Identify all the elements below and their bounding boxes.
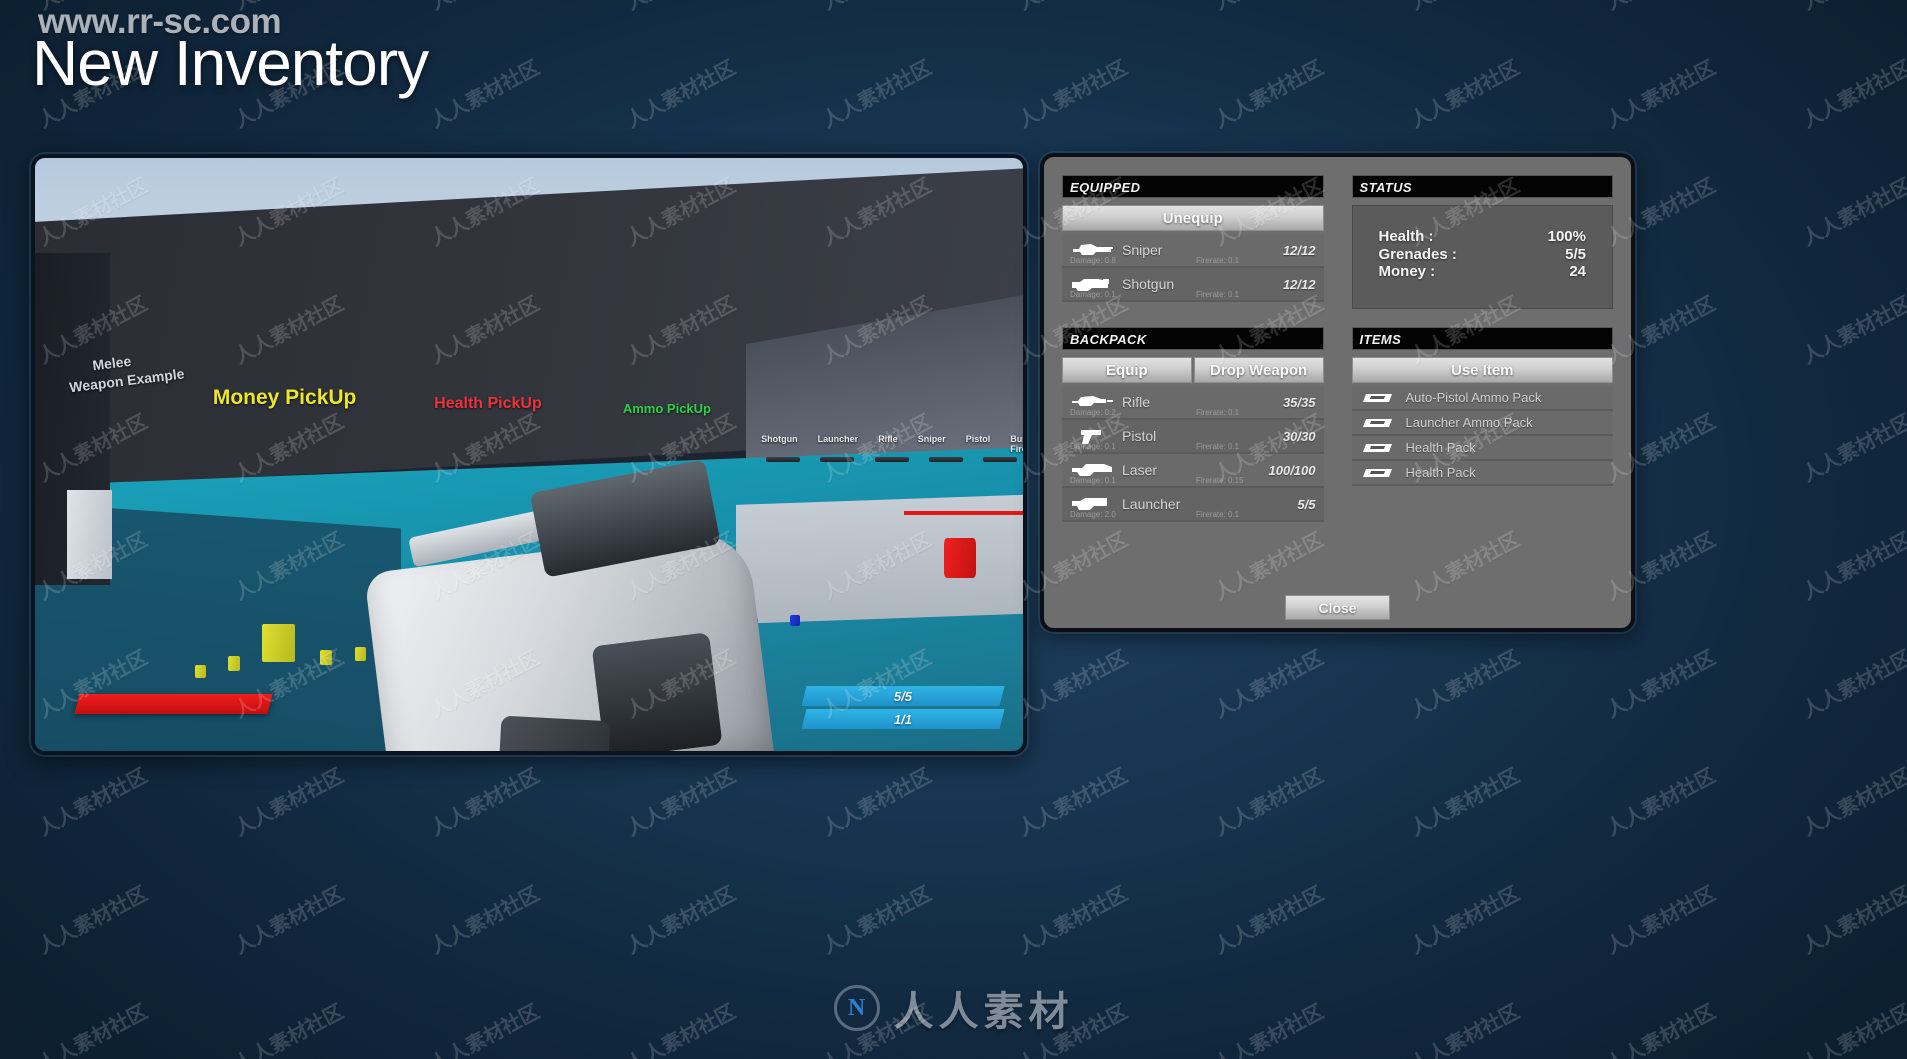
item-row[interactable]: Launcher Ammo Pack: [1351, 411, 1613, 436]
hud-ammo-primary: 5/5: [801, 686, 1004, 707]
backpack-weapon-firerate: Firerate: 0.1: [1196, 442, 1240, 451]
hud-ammo-secondary-value: 1/1: [893, 711, 912, 727]
equipped-header: EQUIPPED: [1062, 175, 1324, 198]
equipped-weapon-list: Sniper 12/12 Damage: 0.8 Firerate: 0.1 S…: [1062, 234, 1324, 302]
status-value-health: 100%: [1547, 228, 1586, 245]
unequip-button[interactable]: Unequip: [1062, 205, 1324, 231]
money-pickup-cube-large[interactable]: [262, 623, 296, 662]
backpack-weapon-damage: Damage: 2.0: [1070, 510, 1116, 519]
red-cylinder-prop: [943, 537, 976, 578]
backpack-weapon-firerate: Firerate: 0.1: [1196, 408, 1240, 417]
item-row[interactable]: Auto-Pistol Ammo Pack: [1351, 386, 1613, 411]
red-accent-strip: [904, 510, 1023, 515]
status-row-grenades: Grenades : 5/5: [1379, 246, 1587, 264]
ammo-pack-icon: [1362, 418, 1392, 427]
health-pack-icon: [1362, 468, 1392, 477]
backpack-weapon-damage: Damage: 0.2: [1070, 408, 1116, 417]
watermark-brand-text: 人人素材: [893, 990, 1074, 1034]
items-list: Auto-Pistol Ammo Pack Launcher Ammo Pack…: [1351, 386, 1613, 486]
use-item-button[interactable]: Use Item: [1351, 357, 1613, 383]
backpack-weapon-firerate: Firerate: 0.1: [1196, 510, 1240, 519]
rack-label-burst-fire: Burst Fire: [1010, 433, 1027, 454]
rack-label-sniper: Sniper: [917, 433, 946, 444]
rack-label-pistol: Pistol: [965, 433, 991, 444]
status-value-grenades: 5/5: [1565, 245, 1586, 263]
equipped-weapon-row[interactable]: Shotgun 12/12 Damage: 0.1 Firerate: 0.1: [1062, 268, 1324, 302]
equipped-weapon-damage: Damage: 0.8: [1070, 256, 1116, 265]
item-name: Auto-Pistol Ammo Pack: [1405, 390, 1542, 405]
rack-weapon: [874, 457, 909, 463]
equip-button[interactable]: Equip: [1062, 357, 1192, 383]
game-viewport[interactable]: Melee Weapon Example Money PickUp Health …: [31, 154, 1027, 755]
rack-weapon: [820, 457, 855, 463]
item-row[interactable]: Health Pack: [1351, 461, 1613, 486]
world-label-money: Money PickUp: [212, 386, 357, 410]
equipped-weapon-firerate: Firerate: 0.1: [1196, 290, 1240, 299]
backpack-header: BACKPACK: [1062, 327, 1324, 350]
money-pickup-cube[interactable]: [319, 650, 332, 666]
status-panel: STATUS Health : 100% Grenades : 5/5 Mone…: [1351, 175, 1613, 309]
hud-ammo-secondary: 1/1: [801, 709, 1004, 730]
equipped-weapon-row[interactable]: Sniper 12/12 Damage: 0.8 Firerate: 0.1: [1062, 234, 1324, 268]
backpack-weapon-damage: Damage: 0.1: [1070, 476, 1116, 485]
backpack-weapon-damage: Damage: 0.1: [1070, 442, 1116, 451]
inventory-window: EQUIPPED Unequip Sniper 12/12 Damage: 0.…: [1040, 153, 1635, 632]
items-panel: ITEMS Use Item Auto-Pistol Ammo Pack Lau…: [1351, 327, 1613, 579]
backpack-weapon-row[interactable]: Pistol 30/30 Damage: 0.1 Firerate: 0.1: [1062, 420, 1324, 454]
world-label-ammo: Ammo PickUp: [622, 401, 711, 417]
status-value-money: 24: [1569, 263, 1586, 281]
backpack-weapon-row[interactable]: Launcher 5/5 Damage: 2.0 Firerate: 0.1: [1062, 488, 1324, 522]
status-label-money: Money :: [1378, 263, 1436, 281]
items-header: ITEMS: [1351, 327, 1613, 350]
money-pickup-cube[interactable]: [195, 665, 207, 678]
status-header: STATUS: [1351, 175, 1613, 198]
rack-label-rifle: Rifle: [878, 433, 898, 444]
close-button[interactable]: Close: [1285, 595, 1390, 620]
rack-weapon: [983, 457, 1018, 463]
drop-weapon-button[interactable]: Drop Weapon: [1193, 357, 1324, 383]
equipped-panel: EQUIPPED Unequip Sniper 12/12 Damage: 0.…: [1062, 175, 1324, 309]
watermark-bottom: N 人人素材: [833, 979, 1074, 1037]
item-name: Health Pack: [1405, 440, 1476, 455]
item-name: Health Pack: [1405, 465, 1476, 480]
backpack-weapon-list: Rifle 35/35 Damage: 0.2 Firerate: 0.1 Pi…: [1062, 386, 1324, 522]
status-row-health: Health : 100%: [1379, 228, 1587, 246]
backpack-weapon-firerate: Firerate: 0.15: [1196, 476, 1244, 485]
status-label-health: Health :: [1378, 228, 1434, 245]
brand-logo-icon: N: [833, 985, 880, 1031]
backpack-weapon-row[interactable]: Rifle 35/35 Damage: 0.2 Firerate: 0.1: [1062, 386, 1324, 420]
hud-ammo-primary-value: 5/5: [893, 688, 912, 704]
backpack-panel: BACKPACK Equip Drop Weapon Rifle 35/35 D…: [1062, 327, 1324, 579]
page-title: New Inventory: [32, 27, 429, 99]
world-label-health: Health PickUp: [434, 395, 542, 413]
money-pickup-cube[interactable]: [227, 656, 240, 672]
item-name: Launcher Ammo Pack: [1405, 415, 1533, 430]
pedestal: [66, 490, 113, 580]
status-row-money: Money : 24: [1379, 263, 1587, 281]
status-label-grenades: Grenades :: [1378, 245, 1457, 263]
equipped-weapon-damage: Damage: 0.1: [1070, 290, 1116, 299]
hud-ammo-display: 5/5 1/1: [801, 686, 1004, 732]
item-row[interactable]: Health Pack: [1351, 436, 1613, 461]
hud-health-bar: [74, 693, 273, 714]
equipped-weapon-firerate: Firerate: 0.1: [1196, 256, 1240, 265]
rack-label-launcher: Launcher: [817, 433, 859, 444]
rack-weapon: [929, 457, 964, 463]
ammo-pack-icon: [1362, 393, 1392, 402]
backpack-weapon-row[interactable]: Laser 100/100 Damage: 0.1 Firerate: 0.15: [1062, 454, 1324, 488]
health-pack-icon: [1362, 443, 1392, 452]
